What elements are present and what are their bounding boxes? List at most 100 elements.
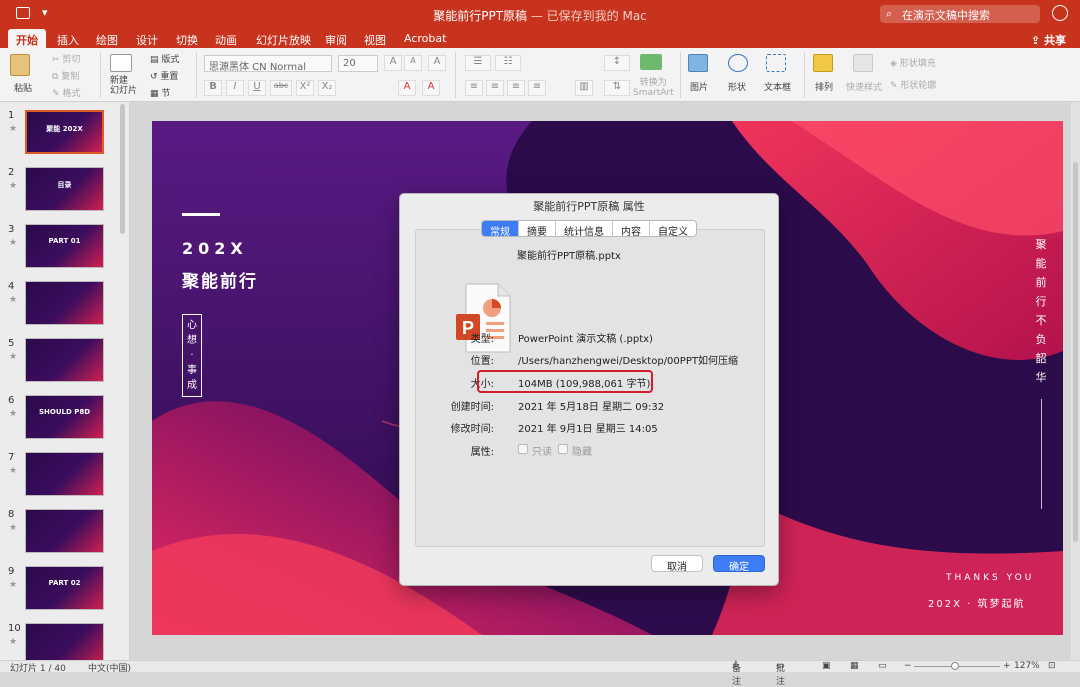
slide-right-vertical-text: 聚 能 前 行 不 负 韶 华 [1035,238,1047,384]
shape-fill-button[interactable]: ◈ 形状填充 [890,56,936,69]
slide-thumbnail[interactable]: 聚能 202X [25,110,104,154]
justify-icon[interactable]: ≡ [528,80,546,96]
arrange-icon[interactable] [813,54,833,72]
document-save-status: — 已保存到我的 Mac [527,9,647,23]
line-spacing-icon[interactable]: ↕ [604,55,630,71]
slide-thumbnail[interactable]: SHOULD P8D [25,395,104,439]
paste-icon[interactable] [10,54,30,76]
fit-to-window-icon[interactable]: ⊡ [1048,661,1056,671]
language-indicator[interactable]: 中文(中国) [88,661,131,674]
tab-slideshow[interactable]: 幻灯片放映 [256,32,311,48]
text-direction-icon[interactable]: ⇅ [604,80,630,96]
created-value: 2021 年 5月18日 星期二 09:32 [518,402,665,413]
subscript-button[interactable]: X₂ [318,80,336,96]
tab-animations[interactable]: 动画 [215,32,237,48]
font-color-button[interactable]: A [422,80,440,96]
thumbnail-number: 4 [8,281,15,292]
layout-button[interactable]: ▤ 版式 [150,52,179,65]
paste-label[interactable]: 粘贴 [14,81,32,94]
reading-view-icon[interactable]: ▭ [878,661,887,671]
dialog-tab-summary[interactable]: 摘要 [519,221,556,236]
format-painter-button[interactable]: ✎ 格式 [52,86,80,99]
slide-thumbnail[interactable]: 目录 [25,167,104,211]
picture-icon[interactable] [688,54,708,72]
dialog-tab-contents[interactable]: 内容 [613,221,650,236]
slide-thumbnail[interactable] [25,509,104,553]
dialog-tab-statistics[interactable]: 统计信息 [556,221,613,236]
tab-view[interactable]: 视图 [364,32,386,48]
font-grow-button[interactable]: A [384,55,402,71]
tab-acrobat[interactable]: Acrobat [404,32,446,45]
align-left-icon[interactable]: ≡ [465,80,483,96]
slide-thumbnail[interactable] [25,623,104,660]
quick-styles-label[interactable]: 快速样式 [846,80,882,93]
pen-icon: ✎ [890,81,901,91]
font-shrink-button[interactable]: A [404,55,422,71]
ok-button[interactable]: 确定 [713,555,765,573]
shapes-label[interactable]: 形状 [728,80,746,93]
dialog-tab-custom[interactable]: 自定义 [650,221,696,236]
slide-thumbnail[interactable] [25,281,104,325]
zoom-slider-thumb[interactable] [951,662,959,670]
type-value: PowerPoint 演示文稿 (.pptx) [518,334,653,345]
numbering-icon[interactable]: ☷ [495,55,521,71]
arrange-label[interactable]: 排列 [815,80,833,93]
italic-button[interactable]: I [226,80,244,96]
font-size-select[interactable]: 20 [338,55,378,72]
attributes-label: 属性: [470,447,494,458]
slide-scrollbar[interactable] [1071,102,1080,660]
clear-formatting-button[interactable]: A [428,55,446,71]
textbox-label[interactable]: 文本框 [764,80,791,93]
slide-thumbnail[interactable]: PART 02 [25,566,104,610]
shape-outline-button[interactable]: ✎ 形状轮廓 [890,78,936,91]
tab-design[interactable]: 设计 [136,32,158,48]
slide-thumbnail[interactable] [25,452,104,496]
cut-button[interactable]: ✂ 剪切 [52,52,80,65]
reset-button[interactable]: ↺ 重置 [150,69,178,82]
tab-draw[interactable]: 绘图 [96,32,118,48]
quick-styles-icon[interactable] [853,54,873,72]
dialog-tab-general[interactable]: 常规 [482,221,519,236]
smartart-icon[interactable] [640,54,662,70]
new-slide-label[interactable]: 新建 幻灯片 [110,76,137,96]
zoom-level[interactable]: 127% [1014,661,1040,671]
slide-scrollbar-thumb[interactable] [1073,162,1078,542]
normal-view-icon[interactable]: ▣ [822,661,831,671]
slide-thumbnail[interactable]: PART 01 [25,224,104,268]
feedback-smiley-icon[interactable] [1052,5,1068,21]
superscript-button[interactable]: X² [296,80,314,96]
tab-review[interactable]: 审阅 [325,32,347,48]
columns-icon[interactable]: ▥ [575,80,593,96]
underline-button[interactable]: U [248,80,266,96]
convert-smartart-label[interactable]: 转换为 SmartArt [633,78,674,98]
copy-button[interactable]: ⧉ 复制 [52,69,79,82]
copy-label: 复制 [61,72,80,82]
zoom-in-icon[interactable]: + [1003,661,1011,671]
strikethrough-button[interactable]: abc [270,80,292,96]
tab-home[interactable]: 开始 [8,29,46,48]
bullets-icon[interactable]: ☰ [465,55,491,71]
slide-thumbnail[interactable] [25,338,104,382]
align-right-icon[interactable]: ≡ [507,80,525,96]
hidden-checkbox[interactable] [558,444,568,454]
tab-transitions[interactable]: 切换 [176,32,198,48]
tab-insert[interactable]: 插入 [57,32,79,48]
section-button[interactable]: ▦ 节 [150,86,170,99]
zoom-out-icon[interactable]: − [904,661,912,671]
reset-label: 重置 [160,72,179,82]
shapes-icon[interactable] [728,54,748,72]
bold-button[interactable]: B [204,80,222,96]
thumbnail-scrollbar[interactable] [120,104,125,234]
cancel-button[interactable]: 取消 [651,555,703,573]
document-search-input[interactable]: ⌕ 在演示文稿中搜索 [880,5,1040,23]
readonly-checkbox[interactable] [518,444,528,454]
picture-label[interactable]: 图片 [690,80,708,93]
highlight-color-button[interactable]: A [398,80,416,96]
new-slide-icon[interactable] [110,54,132,72]
slide-sorter-icon[interactable]: ▦ [850,661,859,671]
textbox-icon[interactable] [766,54,786,72]
share-button[interactable]: ⇪ 共享 [1031,32,1066,48]
align-center-icon[interactable]: ≡ [486,80,504,96]
font-name-select[interactable]: 思源黑体 CN Normal [204,55,332,73]
thumbnail-number: 2 [8,167,15,178]
